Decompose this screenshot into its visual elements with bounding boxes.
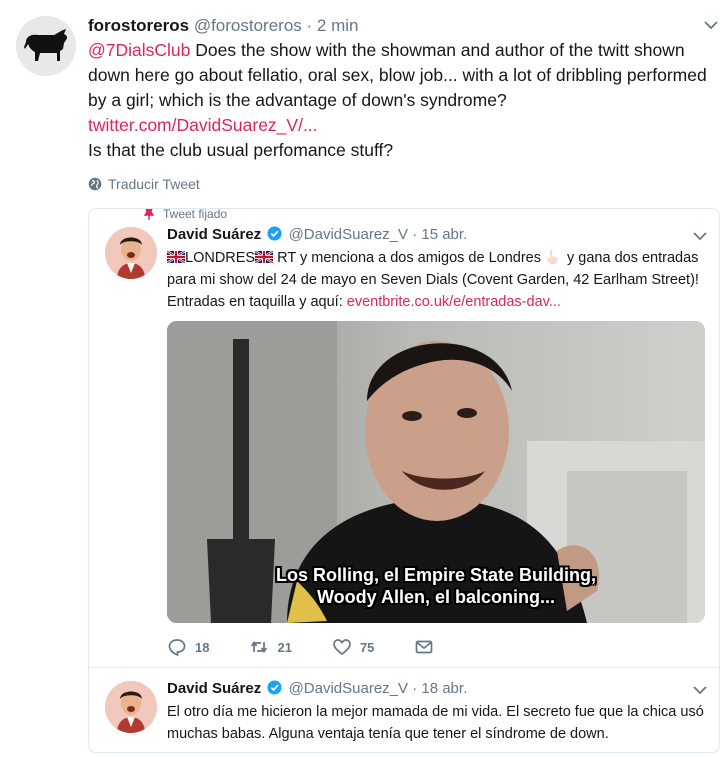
- profile-photo-icon: [105, 227, 157, 279]
- quoted-tweet-header: David Suárez @DavidSuarez_V · 15 abr.: [167, 225, 467, 245]
- retweet-count: 21: [277, 639, 292, 655]
- pinned-indicator: Tweet fijado: [143, 208, 228, 221]
- video-subtitle-line1: Los Rolling, el Empire State Building,: [275, 565, 597, 585]
- pointing-hand-emoji-icon: [546, 249, 558, 264]
- tweet-actions: 18 21 75: [167, 637, 474, 657]
- envelope-icon: [416, 640, 433, 654]
- quoted-tweet-body: LONDRES RT y menciona a dos amigos de Lo…: [167, 247, 707, 313]
- quoted-text-part2: RT y menciona a dos amigos de Londres: [273, 250, 541, 266]
- like-count: 75: [359, 639, 375, 655]
- tweet-url-link[interactable]: twitter.com/DavidSuarez_V/...: [88, 113, 718, 138]
- thread-reply-body: El otro día me hicieron la mejor mamada …: [167, 704, 704, 742]
- profile-photo-icon: [105, 681, 157, 733]
- user-handle[interactable]: @DavidSuarez_V: [289, 226, 408, 243]
- tweet-time[interactable]: 18 abr.: [421, 680, 467, 697]
- quoted-text-part1: LONDRES: [185, 250, 256, 266]
- separator-dot: ·: [306, 16, 313, 35]
- reply-icon: [168, 639, 186, 657]
- user-handle[interactable]: @DavidSuarez_V: [289, 680, 408, 697]
- uk-flag-icon: [255, 251, 274, 263]
- separator-dot: ·: [412, 680, 418, 697]
- like-button[interactable]: 75: [332, 637, 374, 657]
- tweet-header: forostoreros @forostoreros · 2 min: [88, 14, 359, 38]
- display-name[interactable]: forostoreros: [88, 16, 189, 35]
- avatar[interactable]: [105, 681, 157, 733]
- chevron-down-icon[interactable]: [704, 20, 718, 30]
- translate-tweet-link[interactable]: Traducir Tweet: [88, 176, 200, 192]
- video-player[interactable]: Los Rolling, el Empire State Building, W…: [167, 321, 705, 623]
- globe-icon: [88, 177, 102, 191]
- thread-reply-header: David Suárez @DavidSuarez_V · 18 abr.: [167, 679, 467, 699]
- video-subtitle-line2: Woody Allen, el balconing...: [316, 587, 556, 607]
- reply-count: 18: [195, 639, 210, 655]
- pinned-label: Tweet fijado: [163, 208, 228, 221]
- avatar[interactable]: [105, 227, 157, 279]
- verified-badge-icon: [267, 226, 282, 241]
- verified-badge-icon: [267, 680, 282, 695]
- quoted-tweet-card[interactable]: Tweet fijado David Suárez @DavidSuarez_V…: [88, 208, 720, 753]
- tweet-text-end: Is that the club usual perfomance stuff?: [88, 140, 394, 160]
- display-name[interactable]: David Suárez: [167, 680, 261, 697]
- bull-logo-icon: [16, 16, 76, 76]
- tweet-time[interactable]: 15 abr.: [421, 226, 467, 243]
- chevron-down-icon[interactable]: [693, 685, 707, 695]
- display-name[interactable]: David Suárez: [167, 226, 261, 243]
- pin-icon: [143, 209, 155, 220]
- divider: [89, 667, 719, 668]
- eventbrite-link[interactable]: eventbrite.co.uk/e/entradas-dav...: [347, 294, 561, 310]
- tweet-body: @7DialsClub Does the show with the showm…: [88, 38, 718, 163]
- separator-dot: ·: [412, 226, 418, 243]
- user-handle[interactable]: @forostoreros: [194, 16, 302, 35]
- translate-label: Traducir Tweet: [108, 176, 200, 192]
- retweet-icon: [251, 641, 268, 653]
- heart-icon: [333, 639, 351, 656]
- avatar[interactable]: [16, 16, 76, 76]
- retweet-button[interactable]: 21: [249, 637, 292, 657]
- mention-link[interactable]: @7DialsClub: [88, 40, 190, 60]
- tweet-time[interactable]: 2 min: [317, 16, 359, 35]
- direct-message-button[interactable]: [414, 637, 434, 657]
- chevron-down-icon[interactable]: [693, 231, 707, 241]
- uk-flag-icon: [167, 251, 185, 263]
- reply-button[interactable]: 18: [167, 637, 209, 657]
